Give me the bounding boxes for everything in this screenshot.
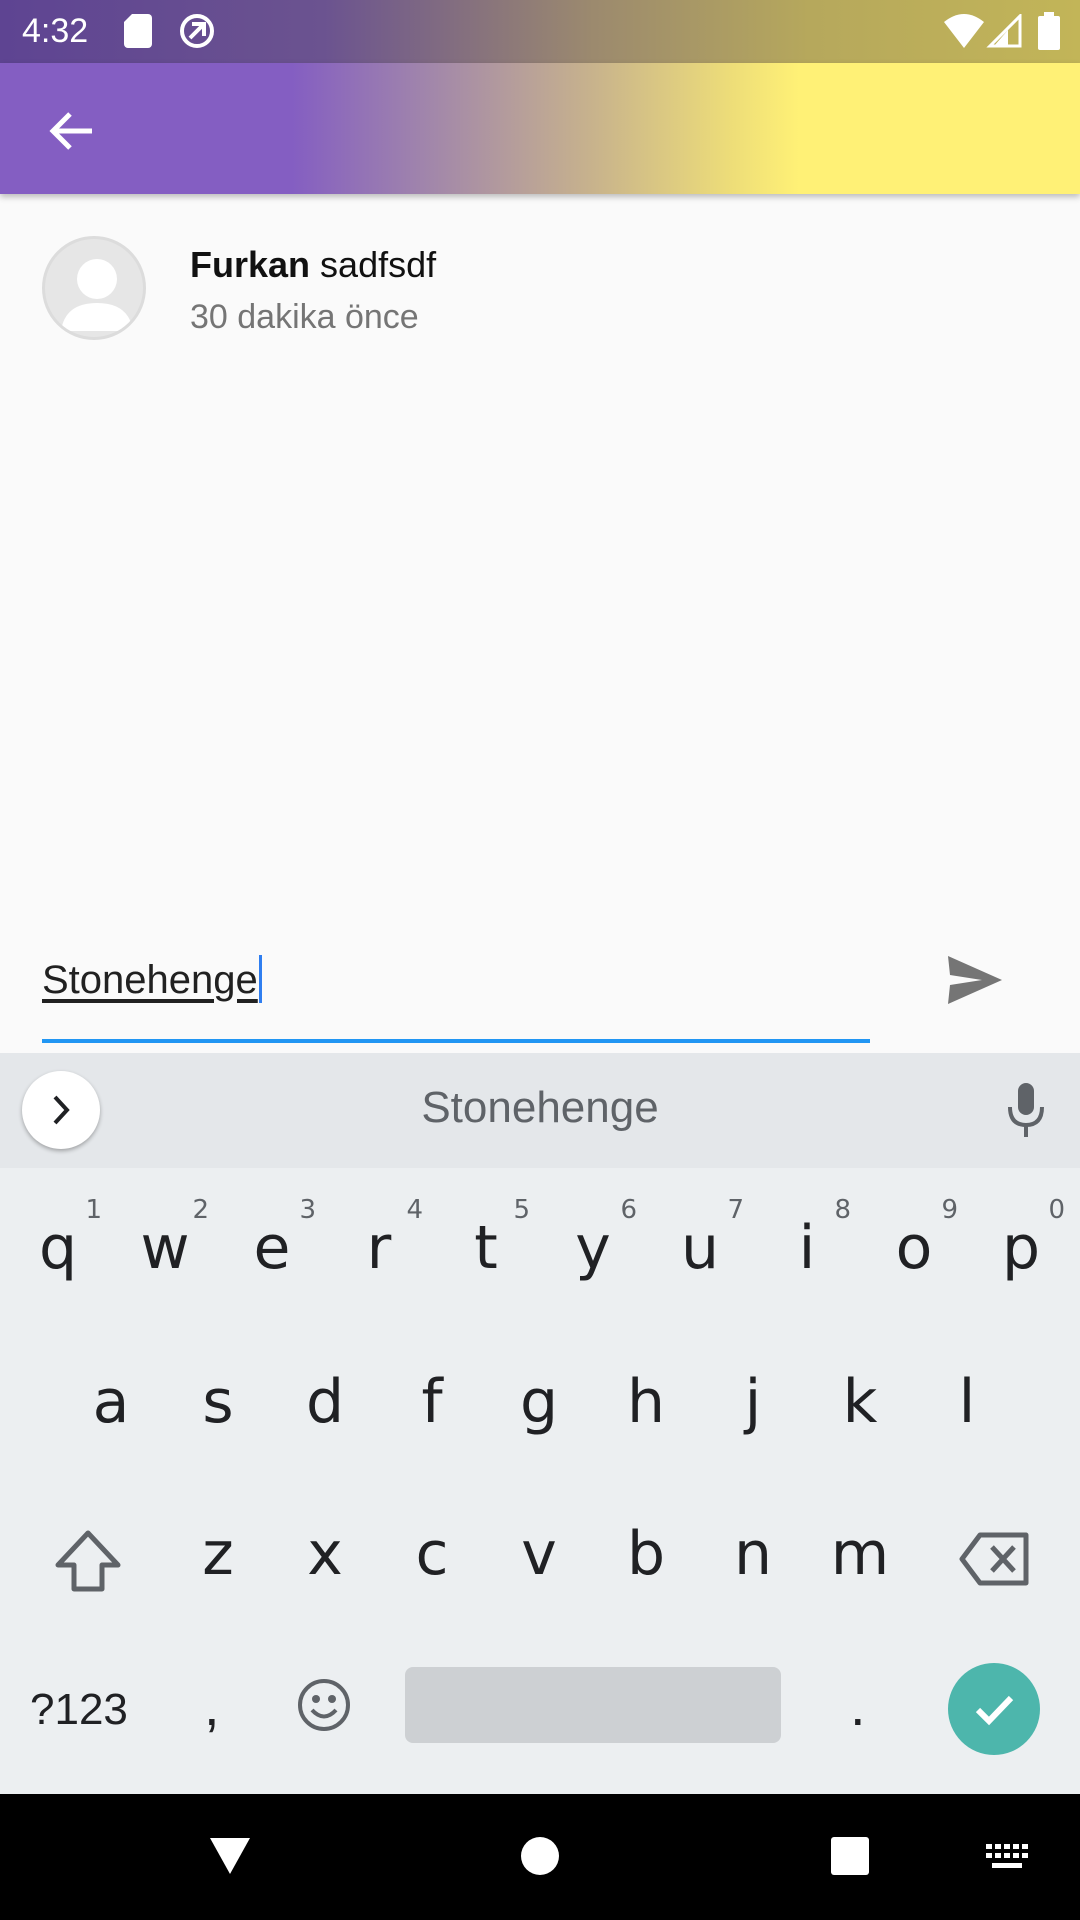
key-n[interactable]: n	[703, 1519, 803, 1589]
keyboard-switch-icon[interactable]	[986, 1844, 1028, 1870]
backspace-icon[interactable]	[958, 1531, 1032, 1587]
status-bar: 4:32	[0, 0, 1080, 63]
key-o[interactable]: o9	[864, 1195, 964, 1283]
key-t[interactable]: t5	[436, 1195, 536, 1283]
key-m[interactable]: m	[810, 1519, 910, 1589]
person-icon	[61, 259, 133, 331]
key-e[interactable]: e3	[222, 1195, 322, 1283]
key-x[interactable]: x	[275, 1519, 375, 1589]
word-suggestion[interactable]: Stonehenge	[0, 1083, 1080, 1133]
done-button[interactable]	[948, 1663, 1040, 1755]
nav-back-icon[interactable]	[208, 1836, 252, 1876]
sync-icon	[180, 14, 214, 48]
key-h[interactable]: h	[596, 1367, 696, 1437]
symbols-key[interactable]: ?123	[30, 1685, 128, 1735]
key-i[interactable]: i8	[757, 1195, 857, 1283]
key-j[interactable]: j	[703, 1367, 803, 1437]
key-y[interactable]: y6	[543, 1195, 643, 1283]
status-time: 4:32	[22, 12, 89, 50]
system-nav-bar	[0, 1794, 1080, 1920]
shift-icon[interactable]	[52, 1527, 124, 1597]
sd-card-icon	[124, 14, 152, 48]
text-caret	[258, 955, 262, 1003]
space-bar[interactable]	[405, 1667, 781, 1743]
nav-home-icon[interactable]	[520, 1836, 560, 1876]
app-bar	[0, 63, 1080, 194]
key-f[interactable]: f	[382, 1367, 482, 1437]
key-q[interactable]: q1	[8, 1195, 108, 1283]
key-d[interactable]: d	[275, 1367, 375, 1437]
key-c[interactable]: c	[382, 1519, 482, 1589]
key-w[interactable]: w2	[115, 1195, 215, 1283]
key-g[interactable]: g	[489, 1367, 589, 1437]
key-v[interactable]: v	[489, 1519, 589, 1589]
comment-text: sadfsdf	[320, 244, 437, 285]
check-icon	[975, 1695, 1014, 1726]
comma-key[interactable]: ,	[204, 1673, 220, 1738]
key-r[interactable]: r4	[329, 1195, 429, 1283]
suggestion-bar: Stonehenge	[0, 1053, 1080, 1168]
nav-recents-icon[interactable]	[830, 1836, 870, 1876]
key-a[interactable]: a	[61, 1367, 161, 1437]
input-underline	[42, 1039, 870, 1043]
soft-keyboard: Stonehenge q1 w2 e3 r4 t5 y6 u7 i8 o9 p0…	[0, 1053, 1080, 1794]
signal-icon	[986, 14, 1022, 48]
period-key[interactable]: .	[850, 1673, 866, 1738]
key-p[interactable]: p0	[971, 1195, 1071, 1283]
key-k[interactable]: k	[810, 1367, 910, 1437]
wifi-icon	[944, 14, 984, 48]
comment-input[interactable]: Stonehenge	[42, 955, 262, 1003]
microphone-icon[interactable]	[1006, 1083, 1046, 1139]
battery-icon	[1038, 12, 1060, 50]
comment-author[interactable]: Furkan	[190, 244, 310, 285]
back-arrow-icon[interactable]	[40, 99, 104, 163]
key-b[interactable]: b	[596, 1519, 696, 1589]
key-u[interactable]: u7	[650, 1195, 750, 1283]
avatar[interactable]	[42, 236, 146, 340]
comment-timestamp: 30 dakika önce	[190, 298, 419, 336]
key-s[interactable]: s	[168, 1367, 268, 1437]
comment-line: Furkan sadfsdf	[190, 244, 436, 286]
emoji-icon[interactable]	[296, 1677, 352, 1733]
key-l[interactable]: l	[917, 1367, 1017, 1437]
key-z[interactable]: z	[168, 1519, 268, 1589]
send-icon[interactable]	[940, 950, 1008, 1010]
comment-input-value: Stonehenge	[42, 958, 258, 1002]
